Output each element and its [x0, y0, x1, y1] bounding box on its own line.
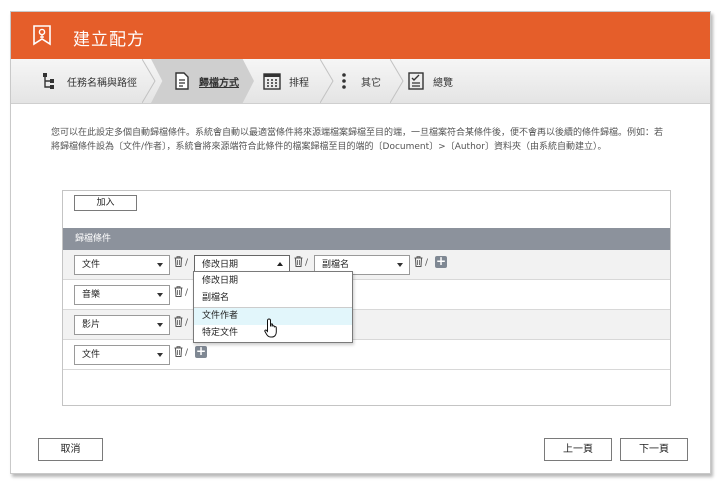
- step-label: 歸檔方式: [199, 77, 239, 89]
- separator-slash: /: [185, 258, 189, 268]
- rule-row: 文件 / 修改日期 / 副檔名 / +: [63, 250, 670, 280]
- recipe-logo-icon: [33, 25, 51, 46]
- calendar-icon: [263, 72, 281, 90]
- add-condition-icon[interactable]: +: [435, 255, 447, 268]
- step-task-name-path[interactable]: 任務名稱與路徑: [41, 59, 137, 103]
- chevron-down-icon: [157, 353, 163, 357]
- type-select-value: 文件: [82, 260, 101, 270]
- step-other[interactable]: 其它: [335, 59, 381, 103]
- separator-slash: /: [185, 348, 189, 358]
- rule-row: 文件 / +: [63, 340, 670, 370]
- add-condition-icon[interactable]: +: [195, 345, 207, 358]
- type-select[interactable]: 文件: [74, 345, 170, 365]
- next-button[interactable]: 下一頁: [620, 438, 688, 461]
- step-label: 其它: [361, 77, 381, 89]
- wizard-steps: 任務名稱與路徑 歸檔方式 排程 其它 總覽: [11, 59, 710, 104]
- separator-slash: /: [425, 258, 429, 268]
- rule-row: 音樂 /: [63, 280, 670, 310]
- type-select-value: 音樂: [82, 290, 101, 300]
- step-separator: [142, 59, 156, 103]
- separator-slash: /: [305, 258, 309, 268]
- chevron-up-icon: [277, 262, 283, 266]
- chevron-down-icon: [157, 293, 163, 297]
- dropdown-option[interactable]: 修改日期: [194, 273, 352, 290]
- hierarchy-icon: [41, 72, 59, 90]
- step-schedule[interactable]: 排程: [263, 59, 309, 103]
- step-label: 總覽: [433, 77, 453, 89]
- wizard-window: 建立配方 任務名稱與路徑 歸檔方式 排程 其它 總覽 您可以在此設定多個自動歸檔…: [10, 11, 711, 474]
- chevron-down-icon: [157, 323, 163, 327]
- type-select[interactable]: 音樂: [74, 285, 170, 305]
- type-select-value: 影片: [82, 320, 101, 330]
- trash-icon[interactable]: [294, 256, 303, 267]
- cancel-button[interactable]: 取消: [38, 438, 103, 461]
- step-overview[interactable]: 總覽: [407, 59, 453, 103]
- add-button[interactable]: 加入: [74, 195, 137, 211]
- trash-icon[interactable]: [414, 256, 423, 267]
- step-separator: [390, 59, 404, 103]
- more-vertical-icon: [335, 72, 353, 90]
- checklist-icon: [407, 72, 425, 90]
- condition-select-value: 修改日期: [202, 260, 239, 270]
- type-select[interactable]: 影片: [74, 315, 170, 335]
- separator-slash: /: [185, 318, 189, 328]
- sub-condition-select-value: 副檔名: [322, 260, 350, 270]
- chevron-down-icon: [157, 263, 163, 267]
- hand-pointer-icon: [264, 318, 277, 338]
- trash-icon[interactable]: [174, 256, 183, 267]
- title-bar: 建立配方: [11, 12, 710, 59]
- window-title: 建立配方: [73, 30, 145, 50]
- description-text: 您可以在此設定多個自動歸檔條件。系統會自動以最適當條件將來源端檔案歸檔至目的端，…: [51, 128, 664, 152]
- rule-row: 影片 /: [63, 310, 670, 340]
- step-label: 排程: [289, 77, 309, 89]
- separator-slash: /: [185, 288, 189, 298]
- trash-icon[interactable]: [174, 316, 183, 327]
- dropdown-option[interactable]: 副檔名: [194, 290, 352, 307]
- step-separator: [320, 59, 334, 103]
- trash-icon[interactable]: [174, 286, 183, 297]
- type-select-value: 文件: [82, 350, 101, 360]
- step-archive-method[interactable]: 歸檔方式: [151, 59, 254, 103]
- document-icon: [173, 72, 191, 90]
- conditions-panel: 加入 歸檔條件 文件 / 修改日期 / 副檔名 / + 音樂 / 影片 / 文件…: [62, 190, 671, 406]
- previous-button[interactable]: 上一頁: [544, 438, 612, 461]
- section-title: 歸檔條件: [63, 228, 670, 250]
- trash-icon[interactable]: [174, 346, 183, 357]
- chevron-down-icon: [397, 263, 403, 267]
- step-label: 任務名稱與路徑: [67, 77, 137, 89]
- type-select[interactable]: 文件: [74, 255, 170, 275]
